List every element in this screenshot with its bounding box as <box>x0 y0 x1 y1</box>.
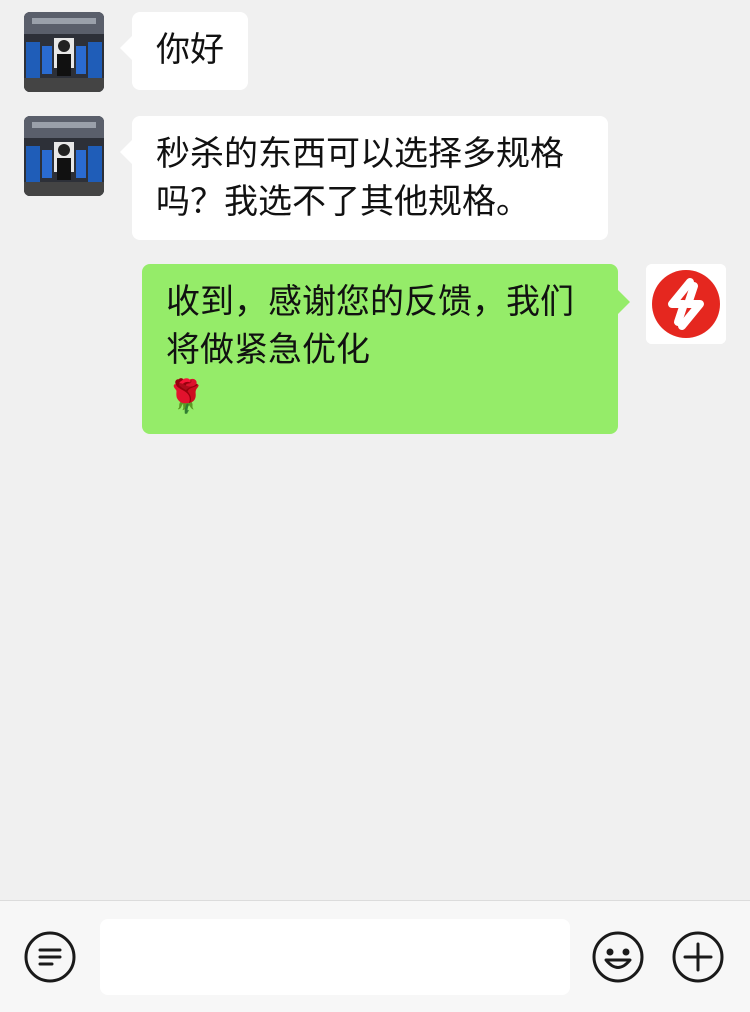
my-avatar[interactable] <box>646 264 726 344</box>
bus-photo-icon <box>24 116 104 196</box>
message-text: 你好 <box>156 30 224 70</box>
voice-mode-icon[interactable] <box>22 929 78 985</box>
incoming-message-bubble[interactable]: 你好 <box>120 12 248 90</box>
message-text: 收到，感谢您的反馈，我们 将做紧急优化 <box>166 282 574 370</box>
contact-avatar[interactable] <box>24 116 104 196</box>
incoming-message-bubble[interactable]: 秒杀的东西可以选择多规格 吗？我选不了其他规格。 <box>120 116 608 240</box>
emoji-icon[interactable] <box>590 929 646 985</box>
message-input[interactable] <box>100 919 570 995</box>
bus-photo-icon <box>24 12 104 92</box>
plus-icon[interactable] <box>670 929 726 985</box>
chat-message-list[interactable]: 你好 秒杀的东西可以选择多规格 吗？我选不了其他规格。 收到，感谢您的反馈，我们… <box>0 0 750 900</box>
message-text: 秒杀的东西可以选择多规格 吗？我选不了其他规格。 <box>156 134 564 222</box>
contact-avatar[interactable] <box>24 12 104 92</box>
brand-logo-icon <box>646 264 726 344</box>
rose-emoji: 🌹 <box>166 377 206 415</box>
outgoing-message-bubble[interactable]: 收到，感谢您的反馈，我们 将做紧急优化 🌹 <box>142 264 630 434</box>
input-bar <box>0 900 750 1012</box>
